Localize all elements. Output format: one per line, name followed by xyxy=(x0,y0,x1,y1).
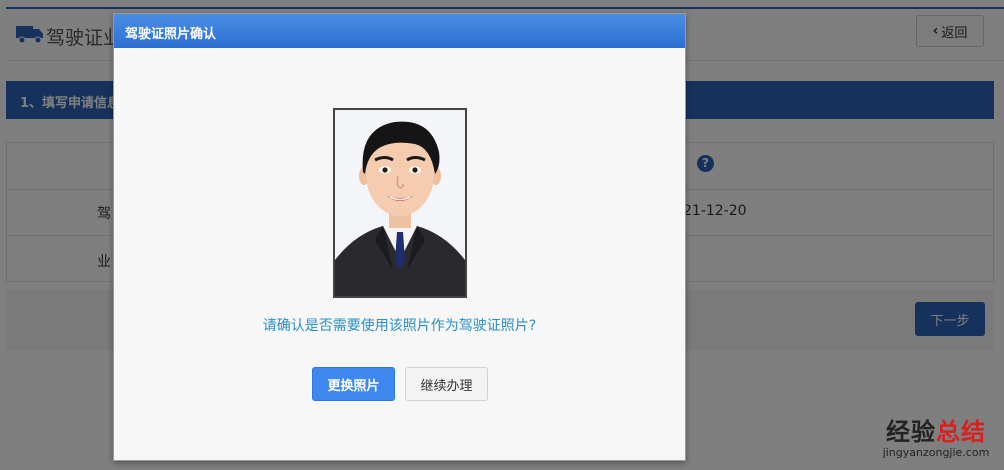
watermark-text: 经验总结 xyxy=(872,418,1000,446)
license-photo xyxy=(333,108,467,298)
watermark-text-part2: 总结 xyxy=(936,418,986,446)
continue-button[interactable]: 继续办理 xyxy=(405,367,488,401)
confirm-message: 请确认是否需要使用该照片作为驾驶证照片? xyxy=(262,318,537,334)
dialog-header: 驾驶证照片确认 xyxy=(114,14,685,48)
watermark-text-part1: 经验 xyxy=(886,418,936,446)
portrait-illustration xyxy=(335,110,465,296)
change-photo-button[interactable]: 更换照片 xyxy=(312,367,395,401)
watermark: 经验总结 jingyanzongjie.com xyxy=(872,418,1000,468)
photo-confirm-dialog: 驾驶证照片确认 请确认是否需要使用该照片作为驾驶证照片? 更换照片 继续办理 xyxy=(113,13,686,461)
watermark-url: jingyanzongjie.com xyxy=(882,446,990,459)
dialog-title: 驾驶证照片确认 xyxy=(125,27,217,42)
